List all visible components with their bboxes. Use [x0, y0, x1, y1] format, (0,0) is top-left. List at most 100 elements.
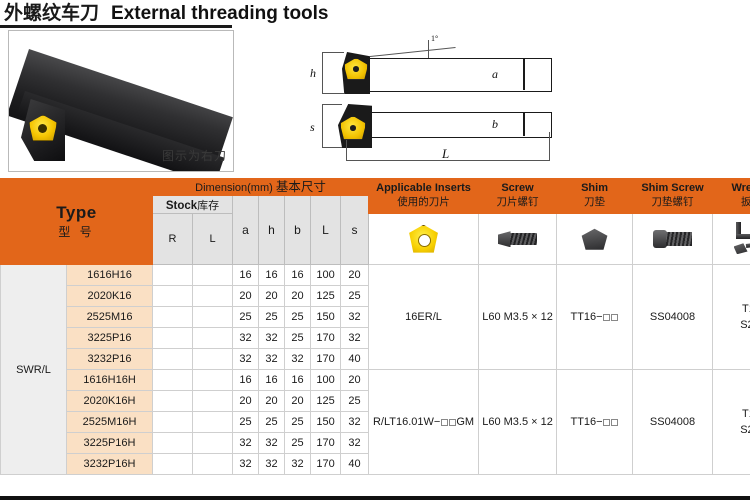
catalog-page: 外螺纹车刀 External threading tools 图示为右刀 1° … [0, 0, 750, 500]
dim-h-cell: 25 [258, 411, 286, 434]
photo-caption: 图示为右刀 [161, 149, 227, 163]
shim-value-cell: TT16− [556, 369, 634, 476]
dim-s-cell: 40 [340, 348, 370, 371]
model-cell[interactable]: 3232P16H [65, 453, 154, 476]
header-screw-en: Screw [501, 182, 534, 195]
dim-a-cell: 16 [232, 369, 260, 392]
header-type-en: Type [56, 203, 97, 223]
stock-r-cell[interactable] [152, 306, 194, 329]
stock-l-cell[interactable] [192, 390, 234, 413]
dim-L-cell: 125 [310, 390, 342, 413]
wrench-value-line2: S2.5 [740, 424, 750, 437]
stock-r-cell[interactable] [152, 432, 194, 455]
dim-L-cell: 150 [310, 411, 342, 434]
dim-s-cell: 32 [340, 411, 370, 434]
header-dimension: Dimension(mm) 基本尺寸 [152, 177, 370, 197]
drawing-L-ext-right [549, 132, 550, 160]
header-type: Type 型 号 [0, 177, 154, 266]
placeholder-square [440, 418, 448, 426]
stock-r-cell[interactable] [152, 348, 194, 371]
dim-L-cell: 170 [310, 432, 342, 455]
table-row[interactable]: 1616H16H 16 16 16 100 20 R/LT16.01W− GM L… [1, 369, 750, 476]
stock-l-cell[interactable] [192, 285, 234, 308]
wrench-value-line2: S2.5 [740, 319, 750, 332]
dim-s-cell: 32 [340, 432, 370, 455]
drawing-label-a: a [492, 67, 498, 81]
dim-b-cell: 32 [284, 348, 312, 371]
stock-l-cell[interactable] [192, 348, 234, 371]
header-dim-b: b [284, 195, 312, 266]
header-type-cn: 型 号 [58, 225, 95, 240]
stock-r-cell[interactable] [152, 327, 194, 350]
technical-drawing: 1° h a s b L [300, 28, 590, 173]
dim-s-cell: 25 [340, 390, 370, 413]
stock-l-cell[interactable] [192, 369, 234, 392]
drawing-s-ext-top [322, 104, 342, 105]
stock-l-cell[interactable] [192, 411, 234, 434]
drawing-side-tip-divider [523, 112, 525, 136]
dim-L-cell: 150 [310, 306, 342, 329]
model-cell[interactable]: 2020K16 [65, 285, 154, 308]
dim-a-cell: 25 [232, 306, 260, 329]
stock-l-cell[interactable] [192, 327, 234, 350]
inserts-value-suffix: GM [456, 416, 475, 429]
model-cell[interactable]: 3225P16 [65, 327, 154, 350]
stock-r-cell[interactable] [152, 264, 194, 287]
model-cell[interactable]: 2525M16H [65, 411, 154, 434]
header-dimension-en: Dimension(mm) [195, 182, 273, 194]
stock-r-cell[interactable] [152, 369, 194, 392]
dim-L-cell: 100 [310, 369, 342, 392]
dim-L-cell: 170 [310, 327, 342, 350]
dim-s-cell: 25 [340, 285, 370, 308]
header-stock-cn: 库存 [197, 199, 220, 212]
dim-L-cell: 170 [310, 348, 342, 371]
screw-value-cell: L60 M3.5 × 12 [478, 264, 558, 371]
stock-l-cell[interactable] [192, 432, 234, 455]
drawing-top-tip-divider [523, 58, 525, 90]
header-shim-cn: 刀垫 [584, 196, 606, 209]
model-cell[interactable]: 1616H16H [65, 369, 154, 392]
header-shim: Shim 刀垫 [556, 177, 634, 215]
stock-l-cell[interactable] [192, 264, 234, 287]
placeholder-square [611, 313, 619, 321]
model-cell[interactable]: 2020K16H [65, 390, 154, 413]
model-cell[interactable]: 1616H16 [65, 264, 154, 287]
dim-a-cell: 20 [232, 390, 260, 413]
drawing-angle-ref-line [428, 40, 429, 58]
header-screw-cn: 刀片螺钉 [496, 196, 539, 209]
dim-b-cell: 25 [284, 411, 312, 434]
drawing-angle-label: 1° [431, 34, 439, 43]
page-title-english: External threading tools [111, 2, 329, 24]
header-stock-l: L [192, 213, 234, 266]
header-stock: Stock库存 [152, 195, 234, 215]
header-dim-a: a [232, 195, 260, 266]
shim-value-prefix: TT16− [570, 416, 603, 429]
stock-l-cell[interactable] [192, 453, 234, 476]
dim-b-cell: 25 [284, 327, 312, 350]
header-stock-r: R [152, 213, 194, 266]
header-shim-screw-cn: 刀垫螺钉 [651, 196, 694, 209]
stock-r-cell[interactable] [152, 411, 194, 434]
table-row[interactable]: SWR/L 1616H16 16 16 16 100 20 16ER/L L60… [0, 264, 750, 476]
header-shim-screw: Shim Screw 刀垫螺钉 [632, 177, 714, 215]
placeholder-square [448, 418, 456, 426]
header-shim-en: Shim [581, 182, 608, 195]
header-dimension-cn: 基本尺寸 [275, 180, 326, 194]
inserts-value-cell: R/LT16.01W− GM [368, 369, 480, 476]
table-header-row-main: Type 型 号 Dimension(mm) 基本尺寸 Applicable I… [0, 177, 750, 266]
stock-l-cell[interactable] [192, 306, 234, 329]
dim-a-cell: 32 [232, 327, 260, 350]
model-cell[interactable]: 2525M16 [65, 306, 154, 329]
stock-r-cell[interactable] [152, 285, 194, 308]
wrench-value-line1: T15 [742, 302, 750, 315]
dim-s-cell: 32 [340, 306, 370, 329]
screw-value-cell: L60 M3.5 × 12 [478, 369, 558, 476]
stock-r-cell[interactable] [152, 453, 194, 476]
page-bottom-bar [0, 496, 750, 500]
stock-r-cell[interactable] [152, 390, 194, 413]
dim-b-cell: 20 [284, 285, 312, 308]
dim-h-cell: 32 [258, 327, 286, 350]
drawing-label-L: L [442, 146, 450, 161]
model-cell[interactable]: 3232P16 [65, 348, 154, 371]
model-cell[interactable]: 3225P16H [65, 432, 154, 455]
